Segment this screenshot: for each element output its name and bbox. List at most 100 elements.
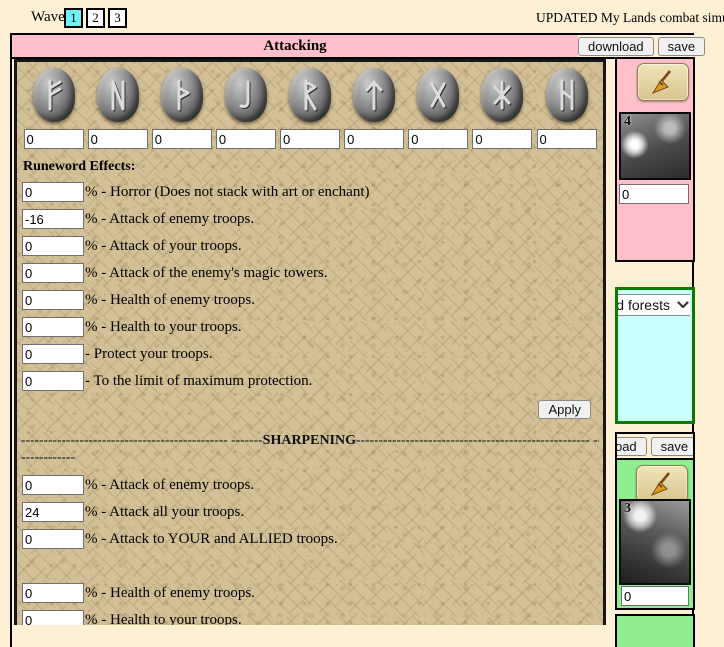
unit-card-art xyxy=(621,114,689,178)
bottom-buttons-row: download save xyxy=(617,434,693,460)
attacking-header-buttons: download save xyxy=(578,35,708,57)
effect-label: % - Health to your troops. xyxy=(85,611,242,626)
app-title: UPDATED My Lands combat simulatto xyxy=(536,10,724,25)
rune-count-input[interactable] xyxy=(87,129,148,149)
runeword-effects-title: Runeword Effects: xyxy=(23,159,136,174)
effect-row-enemy-health: % - Health of enemy troops. xyxy=(22,290,599,310)
effect-label: % - Health of enemy troops. xyxy=(85,291,255,308)
sharp-row-enemy-attack: % - Attack of enemy troops. xyxy=(22,475,599,495)
attacking-title: Attacking xyxy=(263,37,327,54)
protect-input[interactable] xyxy=(22,344,84,364)
rune-thurisaz-icon xyxy=(160,68,203,122)
rune-count-input[interactable] xyxy=(536,129,597,149)
sharp-row-enemy-health: % - Health of enemy troops. xyxy=(22,583,599,603)
download-button[interactable]: download xyxy=(578,36,654,56)
rune-fehu-icon xyxy=(32,68,75,122)
magic-towers-input[interactable] xyxy=(22,263,84,283)
divider-dashes: ------------ xyxy=(21,449,75,464)
rune-cell xyxy=(22,66,85,149)
rune-count-input[interactable] xyxy=(280,129,340,149)
rune-row xyxy=(21,66,599,149)
save-button-bottom[interactable]: save xyxy=(650,436,693,456)
wave-tab-2[interactable]: 2 xyxy=(86,8,105,28)
effect-label: % - Attack of enemy troops. xyxy=(85,210,255,227)
terrain-select-label: d forests xyxy=(618,297,670,313)
effect-row-horror: % - Horror (Does not stack with art or e… xyxy=(22,182,599,202)
effect-label: % - Attack of the enemy's magic towers. xyxy=(85,264,328,281)
unit-card-top[interactable]: 4 xyxy=(619,112,691,180)
unit-level-badge: 4 xyxy=(624,114,631,129)
rune-haglaz-icon xyxy=(545,68,588,122)
effect-row-max-protection: - To the limit of maximum protection. xyxy=(22,371,599,391)
effect-label: % - Attack of your troops. xyxy=(85,237,242,254)
sharp-your-health-input[interactable] xyxy=(22,610,84,625)
unit-count-input-top[interactable] xyxy=(619,184,689,204)
sharp-enemy-attack-input[interactable] xyxy=(22,475,84,495)
rune-count-input[interactable] xyxy=(23,129,84,149)
sharp-enemy-health-input[interactable] xyxy=(22,583,84,603)
effect-label: - To the limit of maximum protection. xyxy=(85,372,313,389)
save-button[interactable]: save xyxy=(657,36,706,56)
effect-label: % - Attack all your troops. xyxy=(85,503,245,520)
download-button-bottom[interactable]: download xyxy=(617,436,647,456)
sharp-allied-attack-input[interactable] xyxy=(22,529,84,549)
attacking-header-row: Attacking download save xyxy=(12,35,708,59)
rune-uruz-icon xyxy=(96,68,139,122)
unit-count-input-bottom[interactable] xyxy=(621,586,689,606)
defender-bottom-panel: download save 3 xyxy=(615,432,695,610)
bottom-green-panel xyxy=(615,614,695,647)
terrain-select[interactable]: d forests xyxy=(618,294,690,316)
unit-level-badge: 3 xyxy=(624,501,631,516)
enemy-health-input[interactable] xyxy=(22,290,84,310)
divider-dashes: ----------------------------------------… xyxy=(356,432,599,447)
sharp-row-allied-attack: % - Attack to YOUR and ALLIED troops. xyxy=(22,529,599,549)
terrain-panel: d forests xyxy=(615,287,695,424)
rune-cell xyxy=(471,66,534,149)
terrain-select-wrap: d forests xyxy=(618,294,690,317)
sharp-row-your-attack: % - Attack all your troops. xyxy=(22,502,599,522)
rune-hagall-icon xyxy=(481,68,524,122)
clear-plaque-button[interactable] xyxy=(637,63,689,101)
effect-label: % - Attack to YOUR and ALLIED troops. xyxy=(85,530,338,547)
max-protection-input[interactable] xyxy=(22,371,84,391)
divider-dashes: ----------------------------------------… xyxy=(21,432,263,447)
rune-count-input[interactable] xyxy=(344,129,405,149)
your-health-input[interactable] xyxy=(22,317,84,337)
attacking-panel: Attacking download save 0 0 0 0 0 0 0 0 … xyxy=(10,33,708,647)
rune-cell xyxy=(407,66,470,149)
effect-row-magic-towers: % - Attack of the enemy's magic towers. xyxy=(22,263,599,283)
wave-tab-1[interactable]: 1 xyxy=(64,8,83,28)
rune-count-input[interactable] xyxy=(408,129,469,149)
wave-tab-3[interactable]: 3 xyxy=(108,8,127,28)
rune-count-input[interactable] xyxy=(151,129,212,149)
defender-top-panel: 4 xyxy=(615,57,695,262)
attacking-header: Attacking xyxy=(12,35,578,57)
runes-panel: Runeword Effects: % - Horror (Does not s… xyxy=(14,59,606,625)
rune-cell xyxy=(279,66,342,149)
apply-button[interactable]: Apply xyxy=(538,400,591,419)
your-attack-input[interactable] xyxy=(22,236,84,256)
effect-row-your-health: % - Health to your troops. xyxy=(22,317,599,337)
effect-label: % - Health to your troops. xyxy=(85,318,242,335)
unit-card-bottom[interactable]: 3 xyxy=(619,499,691,585)
enemy-attack-input[interactable] xyxy=(22,209,84,229)
effect-label: % - Health of enemy troops. xyxy=(85,584,255,601)
effect-row-enemy-attack: % - Attack of enemy troops. xyxy=(22,209,599,229)
rune-count-input[interactable] xyxy=(215,129,276,149)
effect-label: - Protect your troops. xyxy=(85,345,213,362)
effect-row-protect: - Protect your troops. xyxy=(22,344,599,364)
rune-tiwaz-icon xyxy=(353,68,396,122)
chevron-down-icon xyxy=(677,301,689,309)
app-canvas: Waves 1 2 3 UPDATED My Lands combat simu… xyxy=(0,0,724,647)
sharp-your-attack-input[interactable] xyxy=(22,502,84,522)
rune-cell xyxy=(535,66,598,149)
effect-label: % - Horror (Does not stack with art or e… xyxy=(85,183,370,200)
clear-plaque-button-bottom[interactable] xyxy=(636,465,688,503)
rune-count-input[interactable] xyxy=(472,129,533,149)
effect-row-your-attack: % - Attack of your troops. xyxy=(22,236,599,256)
sharp-row-your-health: % - Health to your troops. xyxy=(22,610,599,625)
rune-raido-icon xyxy=(289,68,331,122)
sharpening-divider: ----------------------------------------… xyxy=(21,432,599,465)
rune-cell xyxy=(343,66,406,149)
horror-input[interactable] xyxy=(22,182,84,202)
